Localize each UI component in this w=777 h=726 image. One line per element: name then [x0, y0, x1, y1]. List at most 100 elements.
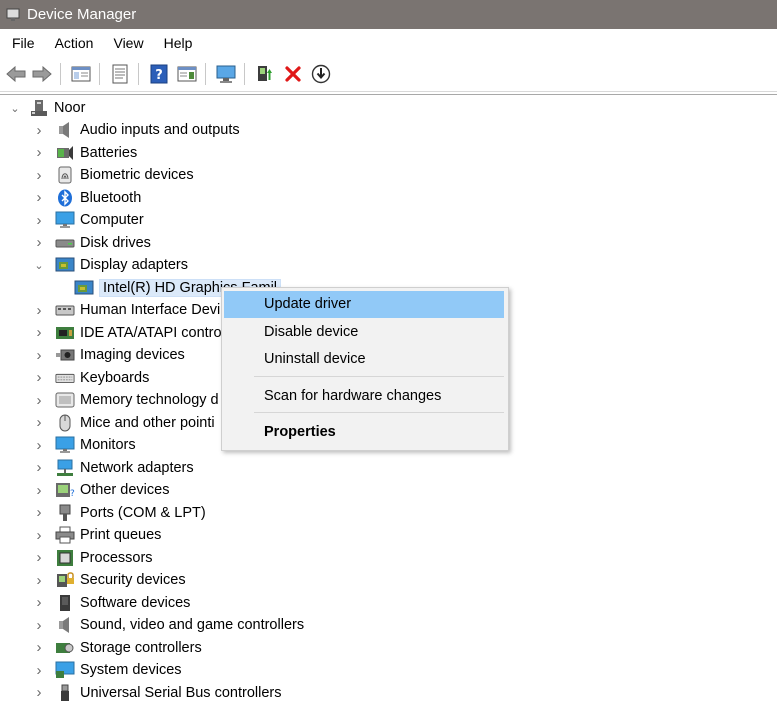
usb-icon [55, 684, 75, 702]
tree-category-item[interactable]: › Sound, video and game controllers [33, 614, 305, 636]
chevron-right-icon[interactable]: › [33, 414, 45, 431]
context-menu-scan-hardware[interactable]: Scan for hardware changes [224, 383, 504, 410]
context-menu-properties[interactable]: Properties [224, 419, 504, 446]
chevron-right-icon[interactable]: › [33, 167, 45, 184]
chevron-right-icon[interactable]: › [33, 324, 45, 341]
tree-category-item[interactable]: › Bluetooth [33, 187, 141, 209]
port-icon [55, 504, 75, 522]
chevron-down-icon[interactable]: ⌄ [9, 102, 21, 115]
action-pane-button[interactable] [175, 62, 199, 86]
menu-bar: File Action View Help [0, 29, 777, 57]
toolbar-separator [138, 63, 139, 85]
chevron-right-icon[interactable]: › [33, 234, 45, 251]
tree-category-item[interactable]: › Mice and other pointi [33, 412, 215, 434]
tree-category-item[interactable]: › Biometric devices [33, 164, 194, 186]
chevron-right-icon[interactable]: › [33, 369, 45, 386]
chevron-right-icon[interactable]: › [33, 482, 45, 499]
chevron-right-icon[interactable]: › [33, 549, 45, 566]
back-arrow-icon [6, 66, 26, 82]
tree-item-label: Imaging devices [80, 347, 185, 363]
tree-item-label: Disk drives [80, 234, 151, 251]
chevron-right-icon[interactable]: › [33, 639, 45, 656]
back-button[interactable] [4, 62, 28, 86]
disable-device-button[interactable] [309, 62, 333, 86]
chevron-right-icon[interactable]: › [33, 662, 45, 679]
tree-category-item[interactable]: › Monitors [33, 434, 136, 456]
chevron-right-icon[interactable]: › [33, 504, 45, 521]
toolbar-separator [60, 63, 61, 85]
chevron-right-icon[interactable]: › [33, 684, 45, 701]
speaker-icon [55, 121, 75, 139]
context-menu-uninstall-device[interactable]: Uninstall device [224, 346, 504, 373]
tree-item-label: System devices [80, 662, 182, 678]
tree-category-item[interactable]: › System devices [33, 659, 182, 681]
help-button[interactable]: ? [147, 62, 171, 86]
action-pane-icon [177, 66, 197, 82]
chevron-right-icon[interactable]: › [33, 122, 45, 139]
tree-category-item[interactable]: › Computer [33, 209, 144, 231]
tree-category-item[interactable]: › Network adapters [33, 457, 194, 479]
computer-icon [55, 211, 75, 229]
ide-controller-icon [55, 324, 75, 342]
context-menu-disable-device[interactable]: Disable device [224, 319, 504, 346]
menu-action[interactable]: Action [45, 29, 104, 57]
chevron-right-icon[interactable]: › [33, 527, 45, 544]
context-menu-update-driver[interactable]: Update driver [224, 291, 504, 318]
chevron-right-icon[interactable]: › [33, 572, 45, 589]
properties-sheet-icon [112, 64, 128, 84]
tree-category-item[interactable]: › Ports (COM & LPT) [33, 502, 206, 524]
chevron-down-icon[interactable]: ⌄ [33, 259, 45, 272]
title-bar: Device Manager [0, 0, 777, 29]
bluetooth-icon [55, 189, 75, 207]
properties-button[interactable] [108, 62, 132, 86]
network-adapter-icon [55, 459, 75, 477]
tree-category-item[interactable]: › Processors [33, 547, 153, 569]
scan-hardware-button[interactable] [214, 62, 238, 86]
uninstall-device-button[interactable] [281, 62, 305, 86]
chevron-right-icon[interactable]: › [33, 347, 45, 364]
tree-category-item[interactable]: › Imaging devices [33, 344, 185, 366]
chevron-right-icon[interactable]: › [33, 189, 45, 206]
tree-category-item[interactable]: › Disk drives [33, 232, 151, 254]
tree-category-item[interactable]: › Print queues [33, 524, 161, 546]
tree-category-item[interactable]: ›? Other devices [33, 479, 170, 501]
tree-category-item[interactable]: › Software devices [33, 592, 191, 614]
tree-item-label: Other devices [80, 482, 170, 498]
hid-icon [55, 301, 75, 319]
chevron-right-icon[interactable]: › [33, 392, 45, 409]
tree-category-item[interactable]: › Keyboards [33, 367, 150, 389]
tree-item-label: Sound, video and game controllers [80, 617, 305, 633]
software-device-icon [55, 594, 75, 612]
tree-item-label: Ports (COM & LPT) [80, 504, 206, 521]
tree-category-item[interactable]: › Universal Serial Bus controllers [33, 682, 281, 704]
tree-category-item[interactable]: › IDE ATA/ATAPI controll [33, 322, 229, 344]
chevron-right-icon[interactable]: › [33, 594, 45, 611]
tree-category-item[interactable]: › Audio inputs and outputs [33, 119, 240, 141]
show-hide-console-tree-button[interactable] [69, 62, 93, 86]
tree-category-item[interactable]: › Batteries [33, 142, 138, 164]
tree-category-item[interactable]: ⌄ Display adapters [33, 254, 188, 276]
tree-item-label: Keyboards [80, 369, 150, 386]
storage-controller-icon [55, 639, 75, 657]
tree-category-item[interactable]: › Memory technology d [33, 389, 219, 411]
tree-item-label: Human Interface Devi [80, 302, 221, 318]
chevron-right-icon[interactable]: › [33, 212, 45, 229]
tree-root[interactable]: ⌄ Noor [9, 97, 85, 119]
menu-view[interactable]: View [103, 29, 153, 57]
context-menu-separator [254, 412, 504, 413]
forward-button[interactable] [30, 62, 54, 86]
chevron-right-icon[interactable]: › [33, 437, 45, 454]
chevron-right-icon[interactable]: › [33, 302, 45, 319]
toolbar-separator [99, 63, 100, 85]
tree-category-item[interactable]: › Storage controllers [33, 637, 202, 659]
memory-icon [55, 391, 75, 409]
update-driver-button[interactable] [253, 62, 277, 86]
menu-help[interactable]: Help [154, 29, 203, 57]
menu-file[interactable]: File [0, 29, 45, 57]
chevron-right-icon[interactable]: › [33, 144, 45, 161]
system-devices-icon [55, 661, 75, 679]
tree-category-item[interactable]: › Human Interface Devi [33, 299, 221, 321]
tree-category-item[interactable]: › Security devices [33, 569, 186, 591]
chevron-right-icon[interactable]: › [33, 459, 45, 476]
chevron-right-icon[interactable]: › [33, 617, 45, 634]
